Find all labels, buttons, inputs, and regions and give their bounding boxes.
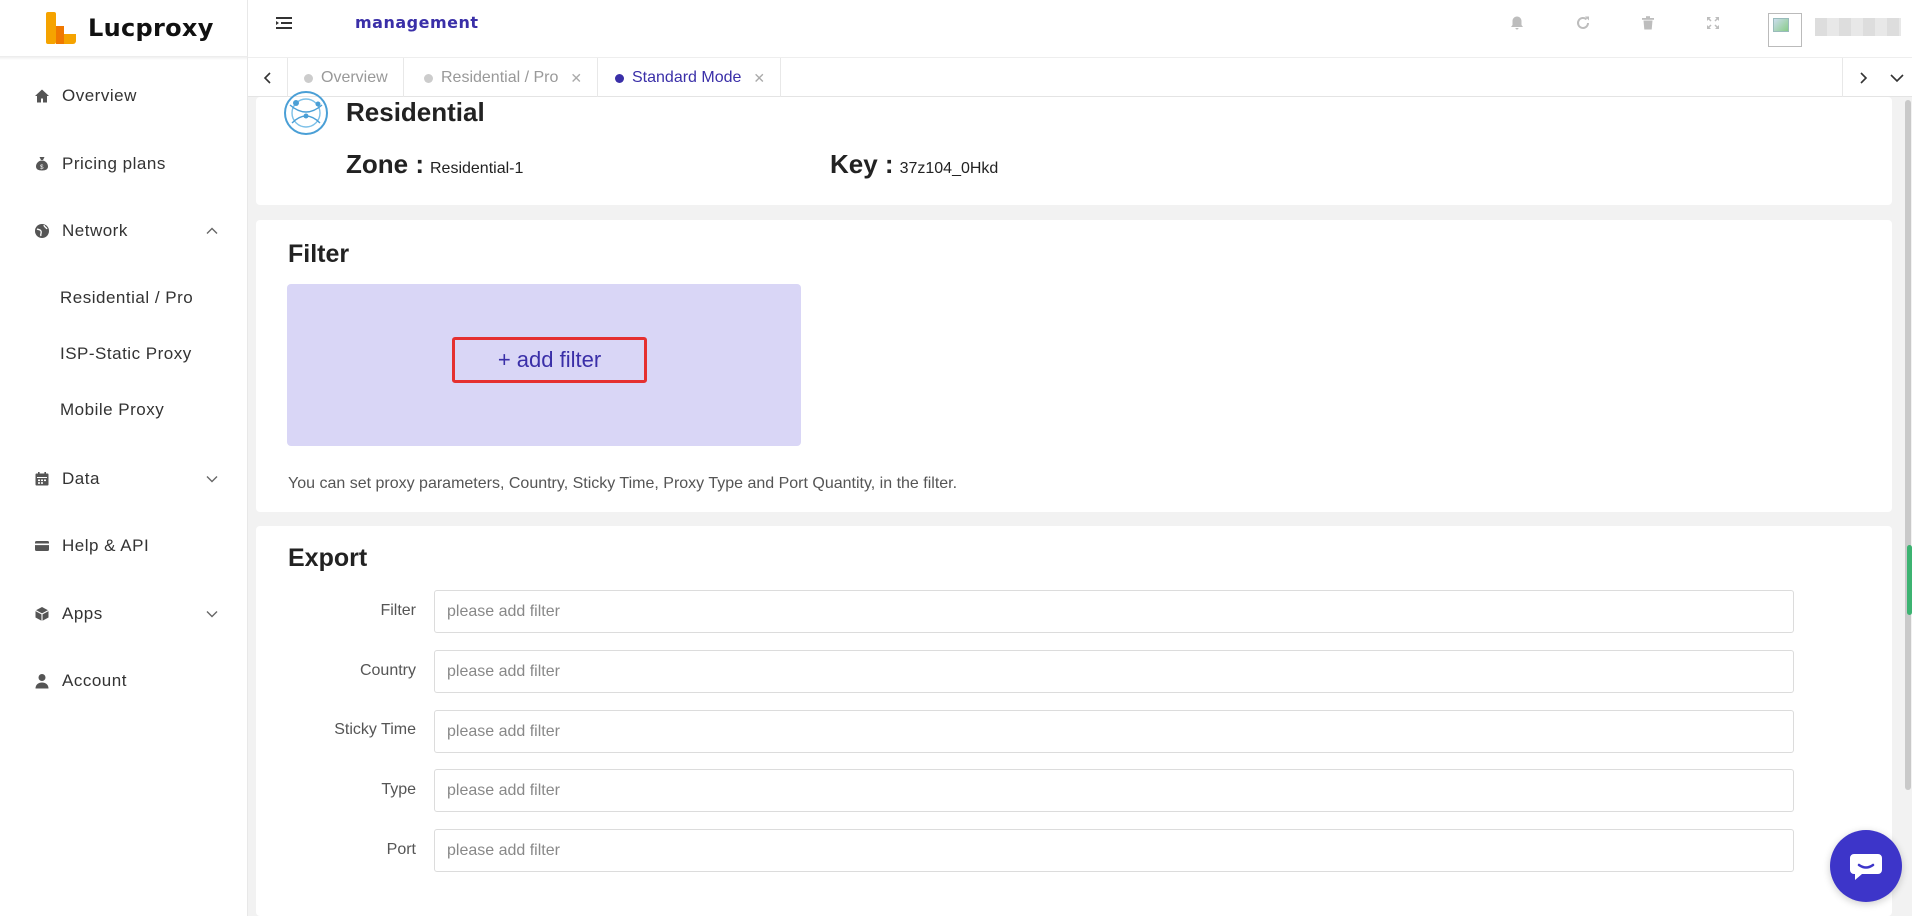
key-label: Key : — [830, 149, 894, 179]
export-port-input[interactable] — [434, 829, 1794, 872]
chevron-left-icon — [263, 72, 271, 84]
chat-bubble-icon — [1850, 854, 1882, 880]
page-title: management — [355, 13, 479, 32]
sidebar-item-pricing-plans[interactable]: $ Pricing plans — [0, 144, 248, 184]
export-sticky-time-input[interactable] — [434, 710, 1794, 753]
sidebar-subitem-mobile-proxy[interactable]: Mobile Proxy — [0, 390, 248, 430]
sidebar-item-data[interactable]: Data — [0, 459, 248, 499]
chevron-down-icon — [204, 606, 220, 622]
key-field: Key : 37z104_0Hkd — [830, 149, 998, 180]
filter-hint-text: You can set proxy parameters, Country, S… — [288, 475, 958, 492]
sidebar-subitem-isp-static-proxy[interactable]: ISP-Static Proxy — [0, 334, 248, 374]
key-value: 37z104_0Hkd — [899, 160, 999, 177]
sidebar-item-label: Overview — [62, 86, 137, 105]
product-title: Residential — [346, 97, 485, 127]
card-icon — [34, 538, 50, 554]
sidebar: Lucproxy Overview $ Pricing plans Networ… — [0, 0, 248, 916]
cube-icon — [34, 606, 50, 622]
fullscreen-icon[interactable] — [1702, 12, 1724, 34]
export-type-label: Type — [381, 781, 416, 798]
add-filter-button[interactable]: + add filter — [452, 337, 647, 383]
residential-network-icon — [284, 91, 328, 135]
top-header: management — [248, 0, 1912, 57]
tab-status-dot — [424, 73, 433, 83]
brand-name: Lucproxy — [88, 14, 214, 42]
zone-value: Residential-1 — [430, 160, 524, 177]
sidebar-item-network[interactable]: Network — [0, 211, 248, 251]
sidebar-item-label: Network — [62, 221, 128, 240]
filter-section-title: Filter — [288, 240, 350, 268]
page-scrollbar-thumb[interactable] — [1905, 100, 1911, 790]
tabs-scroll-right-button[interactable] — [1842, 58, 1882, 98]
tabs-bar: Overview Residential / Pro ✕ Standard Mo… — [248, 57, 1912, 98]
avatar[interactable] — [1768, 13, 1802, 47]
scroll-indicator — [1907, 545, 1912, 615]
chevron-right-icon — [1859, 72, 1867, 84]
tab-label: Residential / Pro — [441, 69, 559, 86]
sidebar-subitem-label: Residential / Pro — [60, 288, 194, 307]
tab-label: Overview — [321, 69, 388, 86]
sidebar-item-label: Apps — [62, 604, 103, 623]
trash-icon[interactable] — [1637, 12, 1659, 34]
export-section-title: Export — [288, 544, 368, 572]
user-name-redacted[interactable] — [1815, 18, 1901, 36]
chevron-down-icon — [1890, 74, 1904, 83]
divider — [0, 56, 248, 60]
tab-status-dot — [615, 73, 624, 83]
chevron-up-icon — [204, 223, 220, 239]
tabs-dropdown-button[interactable] — [1882, 58, 1912, 98]
chevron-down-icon — [204, 471, 220, 487]
close-icon[interactable]: ✕ — [753, 70, 765, 87]
export-filter-label: Filter — [380, 602, 416, 619]
network-globe-icon — [34, 223, 50, 239]
zone-field: Zone : Residential-1 — [346, 149, 523, 180]
bell-icon[interactable] — [1506, 12, 1528, 34]
calendar-icon — [34, 471, 50, 487]
export-country-input[interactable] — [434, 650, 1794, 693]
sidebar-subitem-residential-pro[interactable]: Residential / Pro — [0, 278, 248, 318]
sidebar-item-label: Account — [62, 671, 127, 690]
tab-standard-mode[interactable]: Standard Mode ✕ — [599, 58, 782, 98]
filter-card: Filter + add filter You can set proxy pa… — [256, 220, 1892, 512]
sidebar-item-label: Data — [62, 469, 100, 488]
export-type-input[interactable] — [434, 769, 1794, 812]
chat-support-button[interactable] — [1830, 830, 1902, 902]
logo-icon — [46, 12, 76, 44]
close-icon[interactable]: ✕ — [570, 70, 582, 87]
tab-label: Standard Mode — [632, 69, 742, 86]
refresh-icon[interactable] — [1572, 12, 1594, 34]
sidebar-item-apps[interactable]: Apps — [0, 594, 248, 634]
export-sticky-time-label: Sticky Time — [334, 721, 416, 738]
sidebar-item-label: Help & API — [62, 536, 150, 555]
filter-drop-area: + add filter — [287, 284, 801, 446]
sidebar-item-help-api[interactable]: Help & API — [0, 526, 248, 566]
export-country-label: Country — [359, 662, 416, 679]
sidebar-item-account[interactable]: Account — [0, 661, 248, 701]
brand-logo[interactable]: Lucproxy — [46, 8, 214, 48]
zone-info-card: Residential Zone : Residential-1 Key : 3… — [256, 91, 1892, 205]
user-icon — [34, 673, 50, 689]
home-icon — [34, 88, 50, 104]
export-port-label: Port — [386, 841, 416, 858]
menu-collapse-icon[interactable] — [274, 14, 294, 32]
svg-text:$: $ — [40, 165, 44, 171]
tab-status-dot — [304, 73, 313, 83]
export-filter-input[interactable] — [434, 590, 1794, 633]
sidebar-subitem-label: ISP-Static Proxy — [60, 344, 192, 363]
sidebar-subitem-label: Mobile Proxy — [60, 400, 165, 419]
tab-residential-pro[interactable]: Residential / Pro ✕ — [408, 58, 599, 98]
sidebar-item-label: Pricing plans — [62, 154, 166, 173]
export-card: Export Filter Country Sticky Time Type P… — [256, 526, 1892, 916]
sidebar-item-overview[interactable]: Overview — [0, 76, 248, 116]
zone-label: Zone : — [346, 149, 424, 179]
money-bag-icon: $ — [34, 156, 50, 172]
